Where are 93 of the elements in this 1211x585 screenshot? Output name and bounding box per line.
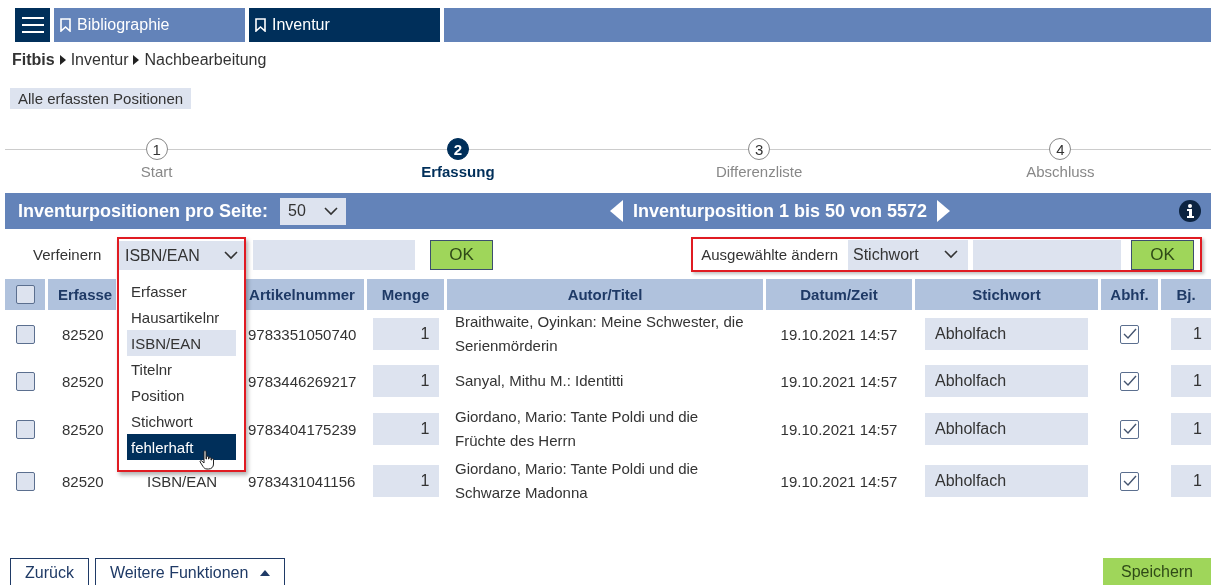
save-button[interactable]: Speichern [1103,558,1211,585]
footer-button[interactable]: Zurück [10,558,89,585]
step-number: 1 [145,138,168,160]
chevron-down-icon [224,251,238,260]
nav-tab[interactable]: Bibliographie [54,8,245,42]
bj-field[interactable]: 1 [1171,465,1211,497]
dropdown-option[interactable]: Stichwort [127,408,236,434]
table-cell-text: Giordano, Mario: Tante Poldi und die Schwarze Madonna [454,459,700,503]
row-checkbox[interactable] [15,371,35,391]
per-page-select[interactable]: 50 [280,197,346,225]
quantity-field[interactable]: 1 [372,365,439,397]
table-cell: 9783351050740 [248,325,357,343]
breadcrumb-item[interactable]: Fitbis [12,51,55,69]
per-page-label: Inventurpositionen pro Seite: [18,200,268,222]
keyword-field[interactable]: Abholfach [925,318,1088,350]
column-header: Stichwort [915,279,1098,310]
breadcrumb-item[interactable]: Nachbearbeitung [144,51,267,69]
bookmark-icon [60,18,71,32]
bj-field[interactable]: 1 [1171,413,1211,445]
field-select[interactable]: Stichwort [848,239,968,270]
quantity-field[interactable]: 1 [372,413,439,445]
table-cell-text: Sanyal, Mithu M.: Identitti [454,371,624,391]
bookmark-icon [255,18,266,32]
refine-label: Verfeinern [33,246,103,263]
table-cell: ISBN/EAN [147,472,218,490]
pickup-checkbox[interactable] [1120,371,1139,391]
ok-button[interactable]: OK [430,239,493,270]
keyword-field[interactable]: Abholfach [925,365,1088,397]
table-cell: 19.10.2021 14:57 [780,372,898,390]
table-cell: 82520 [62,325,104,343]
step-label: Abschluss [1026,163,1095,180]
table-cell: 9783446269217 [248,372,357,390]
table-cell: 9783431041156 [248,472,356,490]
breadcrumb-item[interactable]: Inventur [70,51,129,69]
step-number: 4 [1049,138,1072,160]
next-page-icon[interactable] [937,200,951,222]
bj-field[interactable]: 1 [1171,318,1211,350]
table-cell: 82520 [62,420,104,438]
column-header: Datum/Zeit [766,279,912,310]
bulk-edit-label: Ausgewählte ändern [701,246,838,263]
table-cell: 19.10.2021 14:57 [780,472,898,490]
pickup-checkbox[interactable] [1120,324,1139,344]
dropdown-option[interactable]: fehlerhaft [127,434,236,460]
footer-button[interactable]: Weitere Funktionen [94,558,286,585]
table-cell: 82520 [62,372,104,390]
chevron-down-icon [324,206,338,216]
caret-right-icon [133,55,140,65]
bulk-value-input[interactable] [973,239,1121,270]
dropdown-option[interactable]: Hausartikelnr [127,304,236,330]
refine-input[interactable] [253,239,415,270]
step-number: 3 [748,138,771,160]
column-header: Bj. [1161,279,1211,310]
step-label: Erfassung [421,163,495,180]
bj-field[interactable]: 1 [1171,365,1211,397]
keyword-field[interactable]: Abholfach [925,465,1088,497]
row-checkbox[interactable] [15,324,35,344]
dropdown-option[interactable]: Position [127,382,236,408]
table-cell-text: Braithwaite, Oyinkan: Meine Schwester, die Serienmörderin [454,312,745,356]
previous-page-icon[interactable] [610,200,623,222]
table-cell: 19.10.2021 14:57 [780,420,898,438]
table-cell: 9783404175239 [248,420,357,438]
step-label: Start [140,163,173,180]
column-header: Erfasse [48,279,116,310]
pickup-checkbox[interactable] [1120,471,1139,491]
select-all-checkbox[interactable] [15,285,35,304]
menu-icon [21,17,44,33]
caret-up-icon [260,569,271,576]
pickup-checkbox[interactable] [1120,419,1139,439]
range-text: Inventurposition 1 bis 50 von 5572 [633,200,928,222]
nav-tab[interactable]: Inventur [249,8,440,42]
row-checkbox[interactable] [15,419,35,439]
row-checkbox[interactable] [15,471,35,491]
keyword-field[interactable]: Abholfach [925,413,1088,445]
ok-button[interactable]: OK [1131,239,1194,270]
table-cell-text: Giordano, Mario: Tante Poldi und die Früchte des Herrn [454,407,700,451]
table-cell: 82520 [62,472,104,490]
refine-select[interactable]: ISBN/EAN [119,241,244,270]
step-number: 2 [446,138,469,160]
step-label: Differenzliste [715,163,803,180]
quantity-field[interactable]: 1 [372,465,439,497]
column-header: Menge [367,279,444,310]
filter-chip[interactable]: Alle erfassten Positionen [10,88,192,109]
dropdown-option[interactable]: Titelnr [127,356,236,382]
caret-right-icon [59,55,66,65]
chevron-down-icon [944,250,958,259]
menu-button[interactable] [15,8,50,42]
column-header: Autor/Titel [447,279,763,310]
dropdown-option[interactable]: ISBN/EAN [127,330,236,356]
column-header: Abhf. [1101,279,1158,310]
info-icon[interactable] [1179,200,1201,222]
quantity-field[interactable]: 1 [372,318,439,350]
table-cell: 19.10.2021 14:57 [780,325,898,343]
dropdown-option[interactable]: Erfasser [127,278,236,304]
